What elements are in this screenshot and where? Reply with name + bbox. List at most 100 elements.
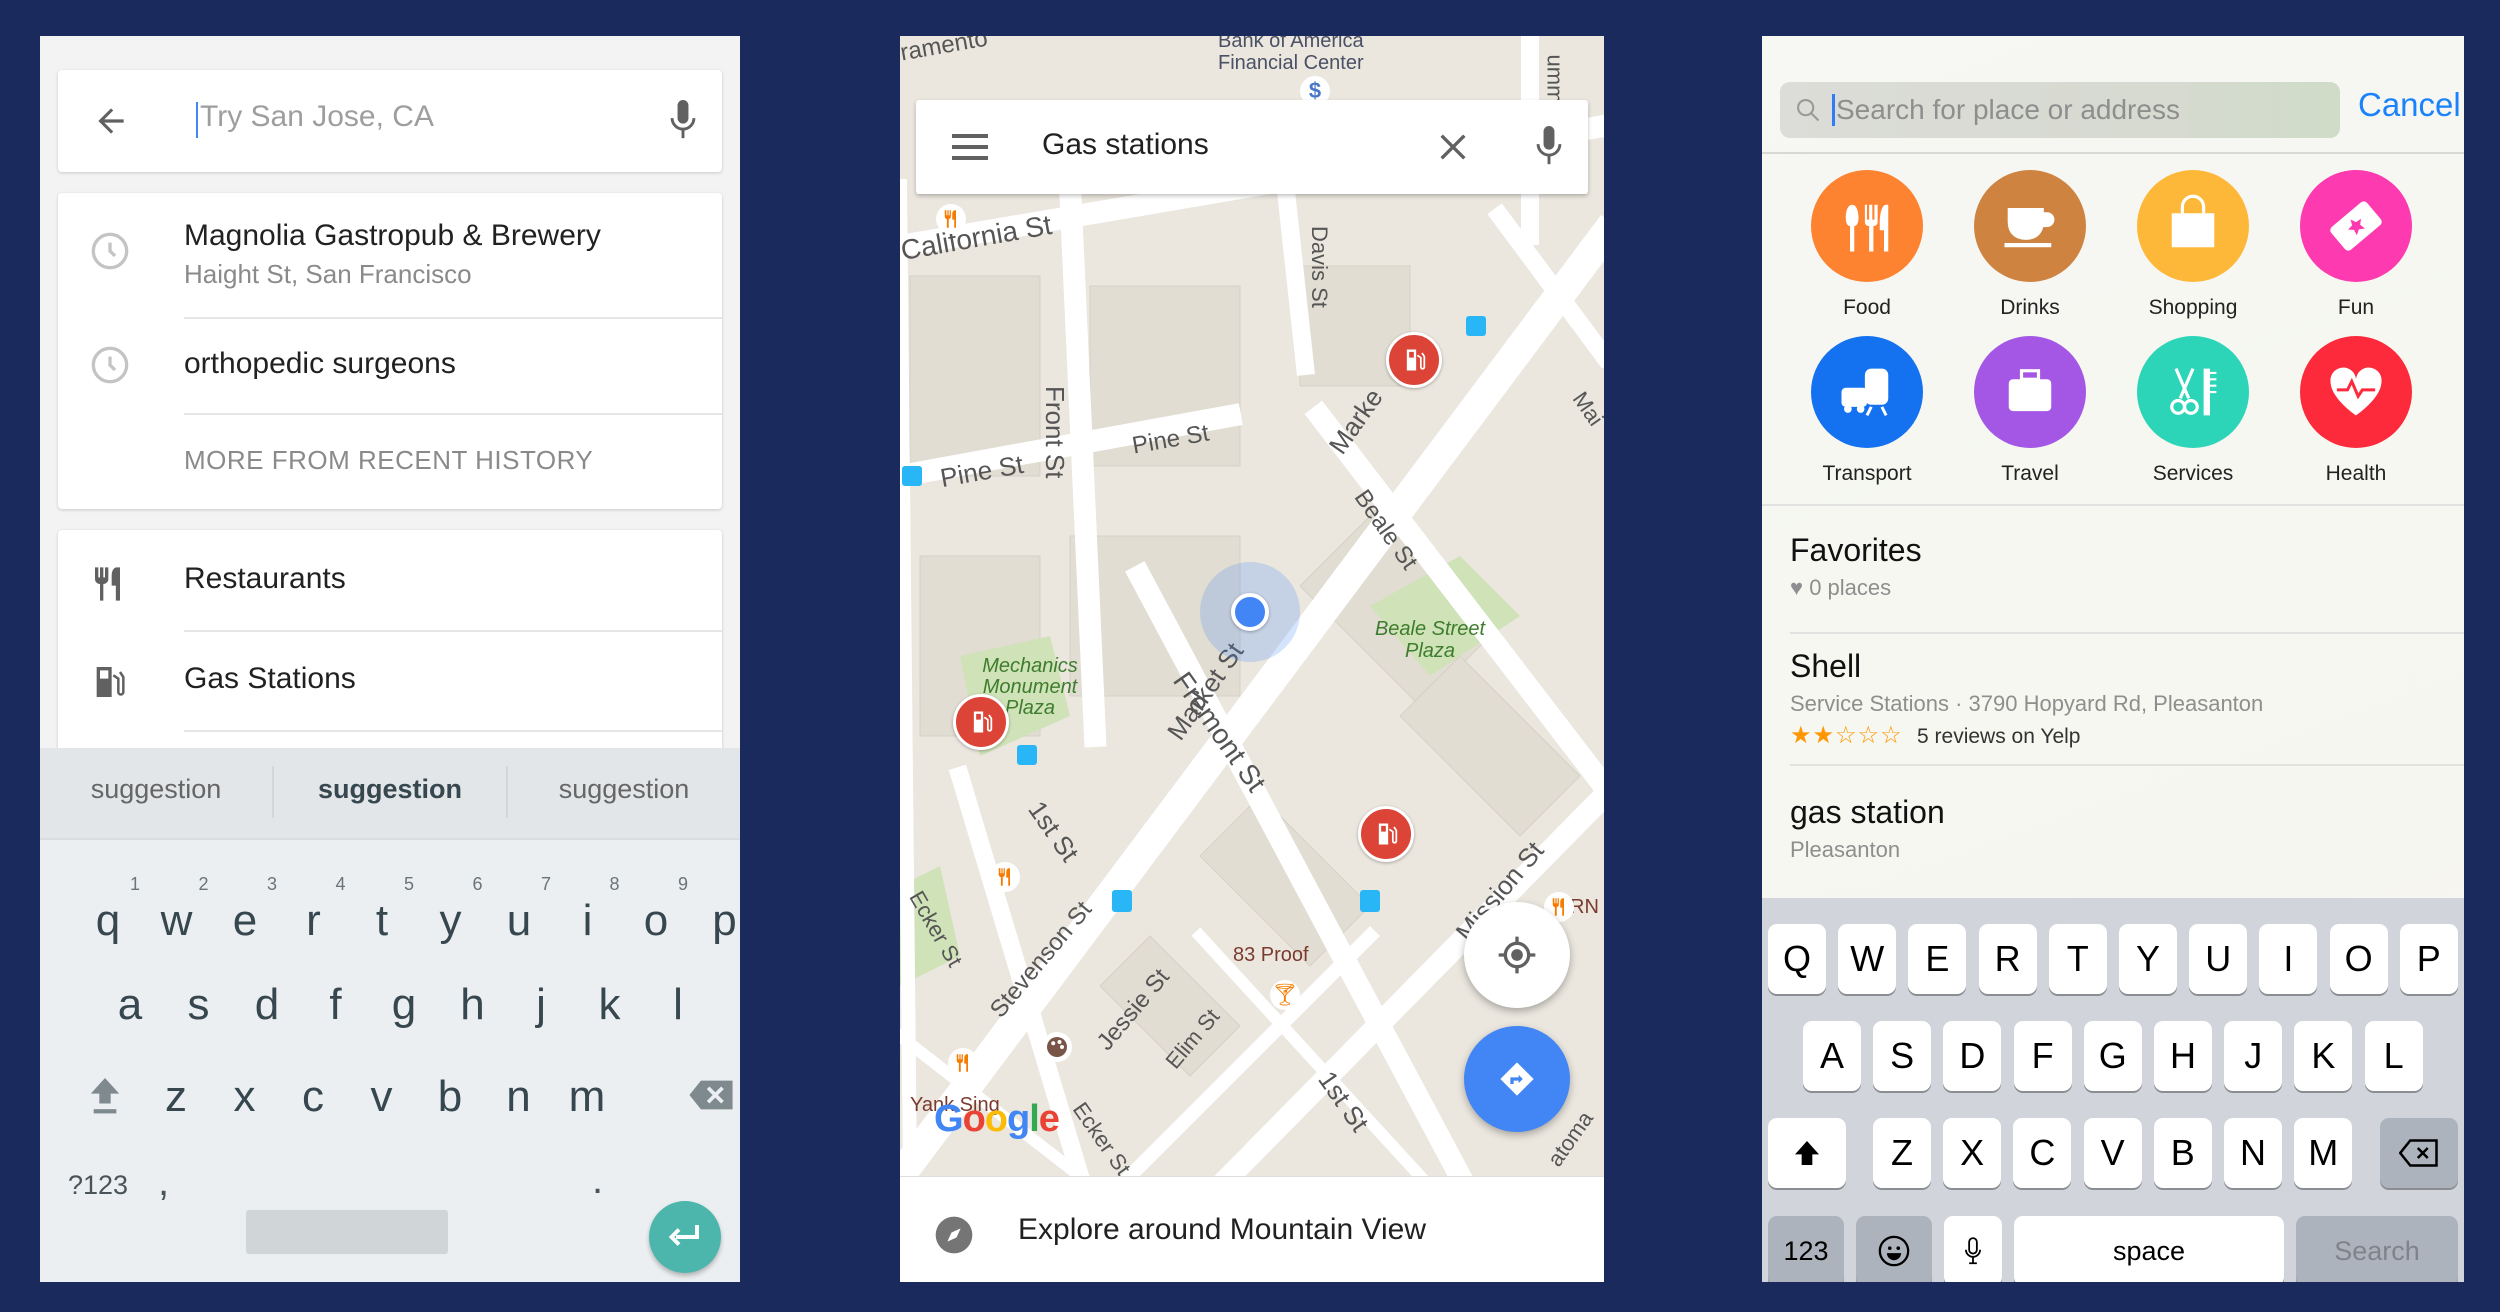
- key-n[interactable]: n: [489, 1072, 549, 1122]
- dictation-key[interactable]: [1944, 1216, 2002, 1282]
- category-food[interactable]: Food: [1792, 170, 1942, 320]
- key-f[interactable]: F: [2013, 1021, 2072, 1091]
- restaurant-poi-icon[interactable]: [948, 1048, 978, 1078]
- search-input[interactable]: Try San Jose, CA: [200, 100, 434, 134]
- key-n[interactable]: N: [2224, 1118, 2282, 1188]
- key-a[interactable]: a: [100, 980, 160, 1030]
- result-item-gas-station[interactable]: gas station Pleasanton: [1790, 794, 1945, 863]
- key-x[interactable]: x: [215, 1072, 275, 1122]
- numbers-key[interactable]: 123: [1768, 1216, 1844, 1282]
- key-s[interactable]: s: [169, 980, 229, 1030]
- history-item[interactable]: orthopedic surgeons: [58, 319, 722, 413]
- space-key[interactable]: space: [2014, 1216, 2284, 1282]
- key-a[interactable]: A: [1803, 1021, 1861, 1091]
- search-field[interactable]: Search for place or address: [1780, 82, 2340, 138]
- key-g[interactable]: G: [2083, 1021, 2142, 1091]
- key-h[interactable]: h: [443, 980, 503, 1030]
- key-y[interactable]: y6: [421, 874, 483, 946]
- transit-stop-icon[interactable]: [1017, 745, 1037, 765]
- key-m[interactable]: M: [2294, 1118, 2353, 1188]
- favorites-item[interactable]: Favorites ♥ 0 places: [1790, 532, 1922, 601]
- category-health[interactable]: Health: [2281, 336, 2431, 486]
- symbols-key[interactable]: ?123: [68, 1170, 128, 1201]
- history-item[interactable]: Magnolia Gastropub & Brewery Haight St, …: [58, 193, 722, 317]
- key-l[interactable]: L: [2364, 1021, 2423, 1091]
- key-e[interactable]: e3: [215, 874, 277, 946]
- search-key[interactable]: Search: [2296, 1216, 2458, 1282]
- key-d[interactable]: D: [1943, 1021, 2002, 1091]
- art-poi-icon[interactable]: [1042, 1032, 1072, 1062]
- category-transport[interactable]: Transport: [1792, 336, 1942, 486]
- key-m[interactable]: m: [557, 1072, 617, 1122]
- gas-station-marker[interactable]: [1358, 806, 1414, 862]
- suggestion-center[interactable]: suggestion: [274, 774, 506, 805]
- key-d[interactable]: d: [237, 980, 297, 1030]
- key-q[interactable]: Q: [1768, 924, 1826, 994]
- key-t[interactable]: t5: [352, 874, 414, 946]
- key-z[interactable]: z: [146, 1072, 206, 1122]
- key-v[interactable]: V: [2083, 1118, 2142, 1188]
- key-e[interactable]: E: [1908, 924, 1967, 994]
- suggestion-right[interactable]: suggestion: [508, 774, 740, 805]
- key-b[interactable]: b: [420, 1072, 480, 1122]
- key-q[interactable]: q1: [78, 874, 140, 946]
- my-location-button[interactable]: [1464, 902, 1570, 1008]
- category-services[interactable]: Services: [2118, 336, 2268, 486]
- directions-button[interactable]: [1464, 1026, 1570, 1132]
- key-p[interactable]: p0: [695, 896, 741, 946]
- key-i[interactable]: I: [2259, 924, 2318, 994]
- search-input[interactable]: Search for place or address: [1836, 94, 2180, 126]
- key-h[interactable]: H: [2154, 1021, 2212, 1091]
- category-shopping[interactable]: Shopping: [2118, 170, 2268, 320]
- key-f[interactable]: f: [306, 980, 366, 1030]
- emoji-key[interactable]: [1856, 1216, 1932, 1282]
- restaurant-poi-icon[interactable]: [936, 204, 966, 234]
- key-j[interactable]: J: [2224, 1021, 2283, 1091]
- search-query-input[interactable]: Gas stations: [1042, 128, 1209, 162]
- bus-stop-icon[interactable]: [1112, 890, 1132, 912]
- category-travel[interactable]: Travel: [1955, 336, 2105, 486]
- shift-key[interactable]: [1768, 1118, 1846, 1188]
- key-u[interactable]: U: [2189, 924, 2248, 994]
- key-t[interactable]: T: [2048, 924, 2107, 994]
- period-key[interactable]: .: [592, 1158, 603, 1203]
- enter-button[interactable]: [649, 1201, 721, 1273]
- key-r[interactable]: r4: [284, 874, 345, 946]
- key-l[interactable]: l: [648, 980, 708, 1030]
- microphone-icon[interactable]: [1536, 126, 1562, 166]
- explore-bar[interactable]: Explore around Mountain View: [900, 1176, 1604, 1282]
- key-j[interactable]: j: [511, 980, 571, 1030]
- category-item-restaurants[interactable]: Restaurants: [58, 530, 722, 632]
- gas-station-marker[interactable]: [1386, 332, 1442, 388]
- clear-icon[interactable]: [1436, 130, 1470, 164]
- key-c[interactable]: c: [283, 1072, 343, 1122]
- key-i[interactable]: i8: [558, 874, 620, 946]
- key-c[interactable]: C: [2013, 1118, 2072, 1188]
- key-g[interactable]: g: [374, 980, 434, 1030]
- key-w[interactable]: W: [1838, 924, 1897, 994]
- bus-stop-icon[interactable]: [902, 466, 922, 486]
- key-y[interactable]: Y: [2119, 924, 2177, 994]
- key-o[interactable]: o9: [626, 874, 688, 946]
- category-drinks[interactable]: Drinks: [1955, 170, 2105, 320]
- key-u[interactable]: u7: [489, 874, 551, 946]
- spacebar[interactable]: [246, 1210, 448, 1254]
- category-fun[interactable]: Fun: [2281, 170, 2431, 320]
- key-b[interactable]: B: [2153, 1118, 2212, 1188]
- key-k[interactable]: K: [2294, 1021, 2353, 1091]
- key-p[interactable]: P: [2399, 924, 2458, 994]
- key-r[interactable]: R: [1978, 924, 2037, 994]
- key-o[interactable]: O: [2329, 924, 2388, 994]
- key-z[interactable]: Z: [1873, 1118, 1931, 1188]
- more-from-recent-history-link[interactable]: MORE FROM RECENT HISTORY: [184, 445, 593, 476]
- bar-poi-icon[interactable]: 🍸︎: [1270, 980, 1300, 1010]
- key-s[interactable]: S: [1873, 1021, 1932, 1091]
- bus-stop-icon[interactable]: [1360, 890, 1380, 912]
- restaurant-poi-icon[interactable]: [990, 862, 1020, 892]
- key-k[interactable]: k: [580, 980, 640, 1030]
- suggestion-left[interactable]: suggestion: [40, 774, 272, 805]
- key-x[interactable]: X: [1943, 1118, 2002, 1188]
- transit-stop-icon[interactable]: [1466, 316, 1486, 336]
- gas-station-marker[interactable]: [953, 694, 1009, 750]
- key-w[interactable]: w2: [147, 874, 209, 946]
